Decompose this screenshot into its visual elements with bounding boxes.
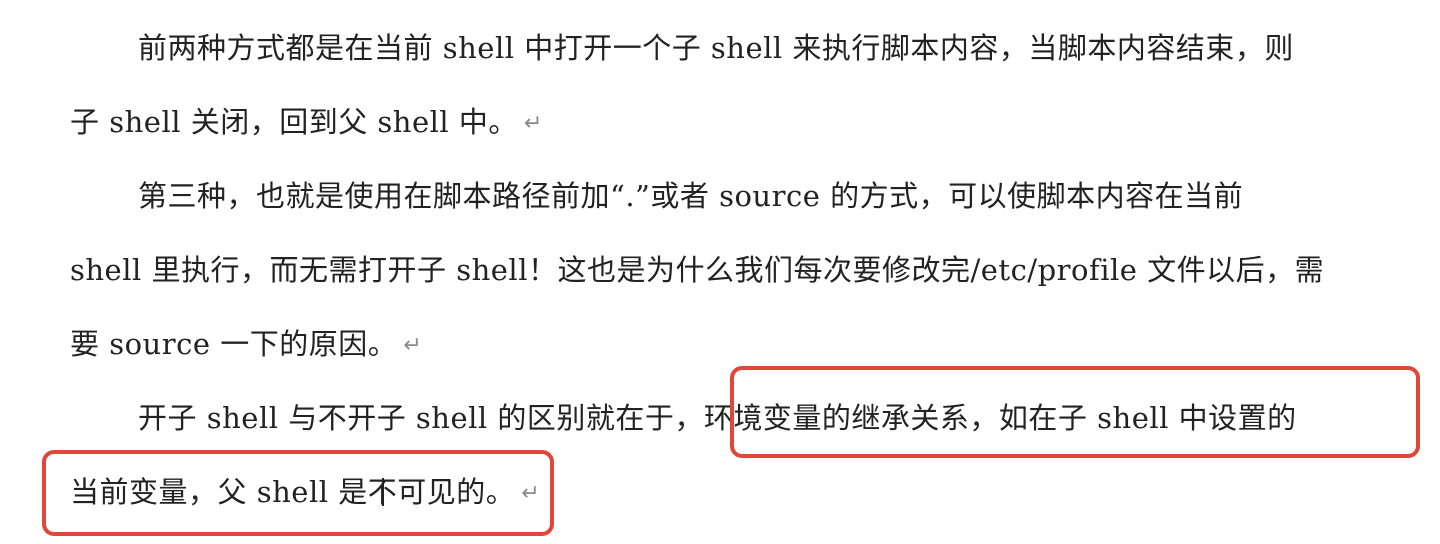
- paragraph-mark-icon: ↵: [523, 111, 543, 136]
- text-line: 当前变量，父 shell 是不可见的。: [70, 475, 516, 509]
- paragraph-2-line-3: 要 source 一下的原因。 ↵: [70, 324, 422, 366]
- paragraph-2-line-1: 第三种，也就是使用在脚本路径前加“.”或者 source 的方式，可以使脚本内容…: [138, 176, 1243, 216]
- text-line: 前两种方式都是在当前 shell 中打开一个子 shell 来执行脚本内容，当脚…: [138, 31, 1294, 65]
- paragraph-2-line-2: shell 里执行，而无需打开子 shell！这也是为什么我们每次要修改完/et…: [70, 250, 1324, 290]
- text-line: 开子 shell 与不开子 shell 的区别就在于，环境变量的继承关系，如在子…: [138, 401, 1297, 435]
- text-line: 要 source 一下的原因。: [70, 327, 398, 361]
- paragraph-1-line-2: 子 shell 关闭，回到父 shell 中。 ↵: [70, 102, 543, 144]
- document-page: 前两种方式都是在当前 shell 中打开一个子 shell 来执行脚本内容，当脚…: [0, 0, 1440, 544]
- text-line: 子 shell 关闭，回到父 shell 中。: [70, 105, 518, 139]
- text-line: 第三种，也就是使用在脚本路径前加“.”或者 source 的方式，可以使脚本内容…: [138, 179, 1244, 213]
- paragraph-3-line-2: 当前变量，父 shell 是不可见的。 ↵: [70, 472, 540, 514]
- paragraph-mark-icon: ↵: [521, 481, 541, 506]
- paragraph-mark-icon: ↵: [403, 333, 423, 358]
- paragraph-3-line-1: 开子 shell 与不开子 shell 的区别就在于，环境变量的继承关系，如在子…: [138, 398, 1297, 438]
- text-cursor: [382, 478, 384, 506]
- paragraph-1-line-1: 前两种方式都是在当前 shell 中打开一个子 shell 来执行脚本内容，当脚…: [138, 28, 1410, 68]
- text-line: shell 里执行，而无需打开子 shell！这也是为什么我们每次要修改完/et…: [70, 253, 1325, 287]
